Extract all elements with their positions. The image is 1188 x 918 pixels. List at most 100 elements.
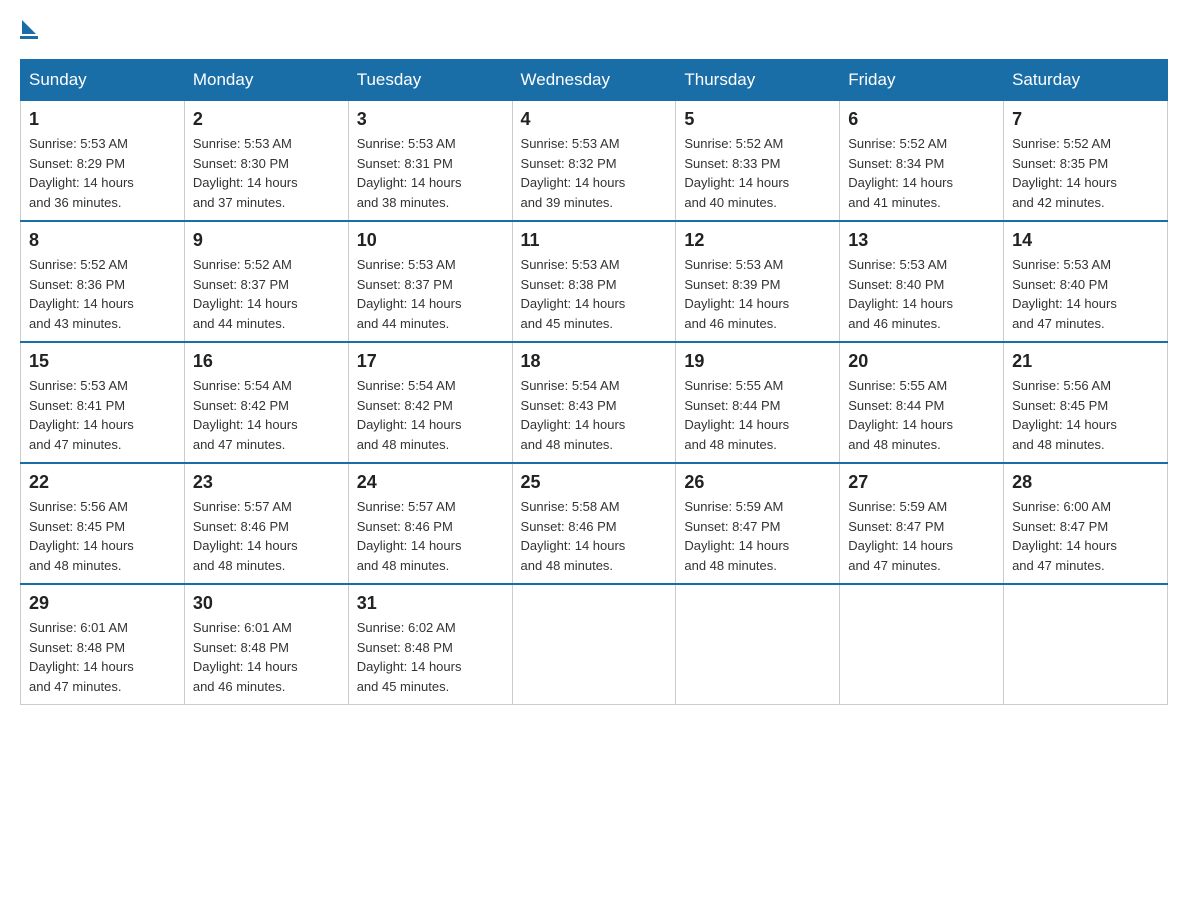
day-info: Sunrise: 5:53 AM Sunset: 8:31 PM Dayligh… (357, 134, 504, 212)
day-number: 20 (848, 351, 995, 372)
page-header (20, 20, 1168, 39)
calendar-cell: 4 Sunrise: 5:53 AM Sunset: 8:32 PM Dayli… (512, 101, 676, 222)
day-number: 7 (1012, 109, 1159, 130)
day-info: Sunrise: 5:59 AM Sunset: 8:47 PM Dayligh… (848, 497, 995, 575)
day-info: Sunrise: 5:54 AM Sunset: 8:43 PM Dayligh… (521, 376, 668, 454)
week-row-2: 8 Sunrise: 5:52 AM Sunset: 8:36 PM Dayli… (21, 221, 1168, 342)
day-info: Sunrise: 6:02 AM Sunset: 8:48 PM Dayligh… (357, 618, 504, 696)
day-number: 3 (357, 109, 504, 130)
day-info: Sunrise: 5:56 AM Sunset: 8:45 PM Dayligh… (29, 497, 176, 575)
day-number: 28 (1012, 472, 1159, 493)
header-tuesday: Tuesday (348, 60, 512, 101)
day-number: 15 (29, 351, 176, 372)
day-info: Sunrise: 5:53 AM Sunset: 8:29 PM Dayligh… (29, 134, 176, 212)
day-info: Sunrise: 6:01 AM Sunset: 8:48 PM Dayligh… (29, 618, 176, 696)
day-info: Sunrise: 5:55 AM Sunset: 8:44 PM Dayligh… (848, 376, 995, 454)
day-info: Sunrise: 5:58 AM Sunset: 8:46 PM Dayligh… (521, 497, 668, 575)
day-info: Sunrise: 5:53 AM Sunset: 8:30 PM Dayligh… (193, 134, 340, 212)
day-number: 22 (29, 472, 176, 493)
calendar-cell: 9 Sunrise: 5:52 AM Sunset: 8:37 PM Dayli… (184, 221, 348, 342)
day-info: Sunrise: 5:53 AM Sunset: 8:40 PM Dayligh… (848, 255, 995, 333)
day-info: Sunrise: 5:52 AM Sunset: 8:34 PM Dayligh… (848, 134, 995, 212)
day-number: 17 (357, 351, 504, 372)
header-sunday: Sunday (21, 60, 185, 101)
calendar-cell: 14 Sunrise: 5:53 AM Sunset: 8:40 PM Dayl… (1004, 221, 1168, 342)
day-info: Sunrise: 5:53 AM Sunset: 8:32 PM Dayligh… (521, 134, 668, 212)
calendar-cell (676, 584, 840, 705)
calendar-cell: 6 Sunrise: 5:52 AM Sunset: 8:34 PM Dayli… (840, 101, 1004, 222)
calendar-cell (1004, 584, 1168, 705)
logo (20, 20, 38, 39)
calendar-cell (512, 584, 676, 705)
calendar-cell: 24 Sunrise: 5:57 AM Sunset: 8:46 PM Dayl… (348, 463, 512, 584)
day-info: Sunrise: 5:55 AM Sunset: 8:44 PM Dayligh… (684, 376, 831, 454)
calendar-cell: 10 Sunrise: 5:53 AM Sunset: 8:37 PM Dayl… (348, 221, 512, 342)
day-info: Sunrise: 5:52 AM Sunset: 8:33 PM Dayligh… (684, 134, 831, 212)
day-number: 1 (29, 109, 176, 130)
calendar-cell: 31 Sunrise: 6:02 AM Sunset: 8:48 PM Dayl… (348, 584, 512, 705)
calendar-cell: 18 Sunrise: 5:54 AM Sunset: 8:43 PM Dayl… (512, 342, 676, 463)
calendar-cell: 29 Sunrise: 6:01 AM Sunset: 8:48 PM Dayl… (21, 584, 185, 705)
calendar-cell: 11 Sunrise: 5:53 AM Sunset: 8:38 PM Dayl… (512, 221, 676, 342)
day-number: 4 (521, 109, 668, 130)
day-header-row: Sunday Monday Tuesday Wednesday Thursday… (21, 60, 1168, 101)
day-info: Sunrise: 5:52 AM Sunset: 8:35 PM Dayligh… (1012, 134, 1159, 212)
week-row-1: 1 Sunrise: 5:53 AM Sunset: 8:29 PM Dayli… (21, 101, 1168, 222)
header-monday: Monday (184, 60, 348, 101)
day-info: Sunrise: 5:56 AM Sunset: 8:45 PM Dayligh… (1012, 376, 1159, 454)
day-number: 6 (848, 109, 995, 130)
logo-arrow-icon (22, 20, 36, 34)
calendar-cell: 8 Sunrise: 5:52 AM Sunset: 8:36 PM Dayli… (21, 221, 185, 342)
day-info: Sunrise: 6:00 AM Sunset: 8:47 PM Dayligh… (1012, 497, 1159, 575)
calendar-cell: 16 Sunrise: 5:54 AM Sunset: 8:42 PM Dayl… (184, 342, 348, 463)
day-number: 13 (848, 230, 995, 251)
day-number: 10 (357, 230, 504, 251)
day-number: 5 (684, 109, 831, 130)
day-info: Sunrise: 5:52 AM Sunset: 8:36 PM Dayligh… (29, 255, 176, 333)
day-info: Sunrise: 5:53 AM Sunset: 8:38 PM Dayligh… (521, 255, 668, 333)
calendar-cell: 15 Sunrise: 5:53 AM Sunset: 8:41 PM Dayl… (21, 342, 185, 463)
day-info: Sunrise: 5:57 AM Sunset: 8:46 PM Dayligh… (357, 497, 504, 575)
calendar-cell: 12 Sunrise: 5:53 AM Sunset: 8:39 PM Dayl… (676, 221, 840, 342)
day-info: Sunrise: 5:53 AM Sunset: 8:41 PM Dayligh… (29, 376, 176, 454)
calendar-cell: 27 Sunrise: 5:59 AM Sunset: 8:47 PM Dayl… (840, 463, 1004, 584)
day-info: Sunrise: 5:53 AM Sunset: 8:40 PM Dayligh… (1012, 255, 1159, 333)
day-number: 19 (684, 351, 831, 372)
day-info: Sunrise: 5:52 AM Sunset: 8:37 PM Dayligh… (193, 255, 340, 333)
calendar-cell: 30 Sunrise: 6:01 AM Sunset: 8:48 PM Dayl… (184, 584, 348, 705)
calendar-cell: 13 Sunrise: 5:53 AM Sunset: 8:40 PM Dayl… (840, 221, 1004, 342)
day-number: 27 (848, 472, 995, 493)
day-number: 25 (521, 472, 668, 493)
calendar-cell: 25 Sunrise: 5:58 AM Sunset: 8:46 PM Dayl… (512, 463, 676, 584)
day-info: Sunrise: 5:53 AM Sunset: 8:39 PM Dayligh… (684, 255, 831, 333)
day-info: Sunrise: 5:54 AM Sunset: 8:42 PM Dayligh… (357, 376, 504, 454)
day-info: Sunrise: 5:59 AM Sunset: 8:47 PM Dayligh… (684, 497, 831, 575)
calendar-cell: 28 Sunrise: 6:00 AM Sunset: 8:47 PM Dayl… (1004, 463, 1168, 584)
day-number: 9 (193, 230, 340, 251)
calendar-cell: 19 Sunrise: 5:55 AM Sunset: 8:44 PM Dayl… (676, 342, 840, 463)
calendar-table: Sunday Monday Tuesday Wednesday Thursday… (20, 59, 1168, 705)
day-number: 16 (193, 351, 340, 372)
day-number: 8 (29, 230, 176, 251)
day-number: 11 (521, 230, 668, 251)
calendar-cell: 26 Sunrise: 5:59 AM Sunset: 8:47 PM Dayl… (676, 463, 840, 584)
calendar-cell: 1 Sunrise: 5:53 AM Sunset: 8:29 PM Dayli… (21, 101, 185, 222)
header-friday: Friday (840, 60, 1004, 101)
calendar-cell: 2 Sunrise: 5:53 AM Sunset: 8:30 PM Dayli… (184, 101, 348, 222)
day-info: Sunrise: 5:57 AM Sunset: 8:46 PM Dayligh… (193, 497, 340, 575)
day-info: Sunrise: 5:53 AM Sunset: 8:37 PM Dayligh… (357, 255, 504, 333)
calendar-cell: 17 Sunrise: 5:54 AM Sunset: 8:42 PM Dayl… (348, 342, 512, 463)
day-info: Sunrise: 5:54 AM Sunset: 8:42 PM Dayligh… (193, 376, 340, 454)
week-row-3: 15 Sunrise: 5:53 AM Sunset: 8:41 PM Dayl… (21, 342, 1168, 463)
header-saturday: Saturday (1004, 60, 1168, 101)
week-row-5: 29 Sunrise: 6:01 AM Sunset: 8:48 PM Dayl… (21, 584, 1168, 705)
day-number: 30 (193, 593, 340, 614)
header-wednesday: Wednesday (512, 60, 676, 101)
calendar-cell: 21 Sunrise: 5:56 AM Sunset: 8:45 PM Dayl… (1004, 342, 1168, 463)
day-number: 29 (29, 593, 176, 614)
day-number: 24 (357, 472, 504, 493)
day-number: 12 (684, 230, 831, 251)
calendar-cell (840, 584, 1004, 705)
day-number: 2 (193, 109, 340, 130)
calendar-cell: 22 Sunrise: 5:56 AM Sunset: 8:45 PM Dayl… (21, 463, 185, 584)
